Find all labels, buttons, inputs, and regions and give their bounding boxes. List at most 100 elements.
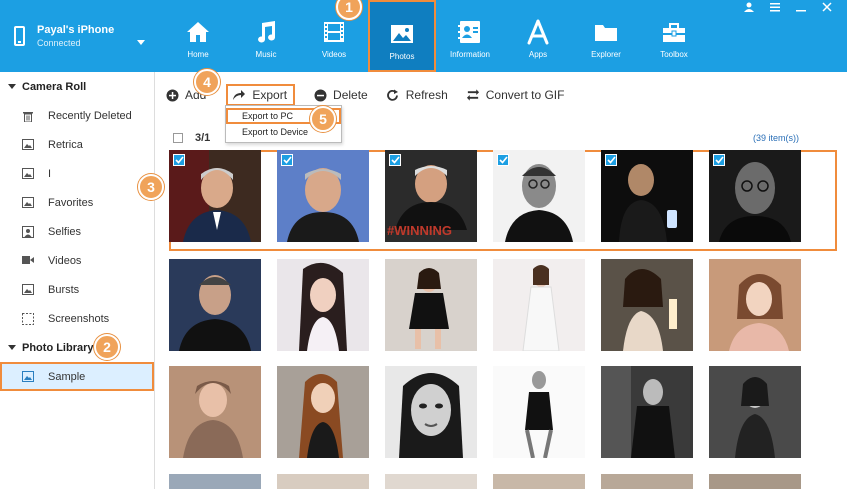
film-icon bbox=[320, 18, 348, 46]
tab-photos-label: Photos bbox=[389, 52, 415, 61]
folder-icon bbox=[592, 18, 620, 46]
contacts-icon bbox=[456, 18, 484, 46]
photo-thumbnail[interactable] bbox=[493, 474, 585, 489]
tab-toolbox[interactable]: Toolbox bbox=[640, 0, 708, 72]
photo-caption: #WINNING bbox=[387, 223, 452, 238]
chevron-down-icon bbox=[8, 84, 16, 89]
device-selector[interactable]: Payal's iPhone Connected bbox=[0, 0, 155, 72]
tab-home[interactable]: Home bbox=[164, 0, 232, 72]
photo-thumbnail[interactable] bbox=[277, 474, 369, 489]
sidebar-item-selfies[interactable]: Selfies bbox=[0, 217, 154, 246]
home-icon bbox=[184, 18, 212, 46]
album-icon bbox=[22, 139, 34, 150]
sidebar-item-videos[interactable]: Videos bbox=[0, 246, 154, 275]
photo-thumbnail[interactable] bbox=[385, 366, 477, 458]
photo-thumbnail[interactable] bbox=[169, 366, 261, 458]
photo-thumbnail[interactable] bbox=[277, 366, 369, 458]
tab-music-label: Music bbox=[255, 50, 277, 59]
tab-apps-label: Apps bbox=[528, 50, 548, 59]
photo-thumbnail[interactable] bbox=[493, 259, 585, 351]
device-status: Connected bbox=[37, 37, 81, 48]
photo-checkbox[interactable] bbox=[281, 154, 293, 166]
photo-thumbnail[interactable] bbox=[601, 150, 693, 242]
device-name: Payal's iPhone bbox=[37, 23, 115, 36]
sidebar-item-favorites[interactable]: Favorites bbox=[0, 188, 154, 217]
photo-thumbnail[interactable] bbox=[385, 259, 477, 351]
photo-thumbnail[interactable] bbox=[493, 366, 585, 458]
screenshot-icon bbox=[22, 313, 34, 325]
window-controls bbox=[743, 2, 833, 12]
sidebar-item-label: Screenshots bbox=[48, 312, 110, 325]
photo-thumbnail[interactable] bbox=[709, 150, 801, 242]
delete-label: Delete bbox=[333, 88, 368, 102]
photo-thumbnail[interactable] bbox=[601, 366, 693, 458]
photo-library-header[interactable]: Photo Library bbox=[0, 333, 154, 362]
sidebar-item-retrica[interactable]: Retrica bbox=[0, 130, 154, 159]
photo-thumbnail[interactable] bbox=[277, 150, 369, 242]
select-all-checkbox[interactable] bbox=[173, 133, 183, 143]
photo-checkbox[interactable] bbox=[605, 154, 617, 166]
sidebar-item-label: Retrica bbox=[48, 138, 83, 151]
photo-checkbox[interactable] bbox=[173, 154, 185, 166]
camera-roll-label: Camera Roll bbox=[22, 80, 87, 93]
photo-thumbnail[interactable] bbox=[277, 259, 369, 351]
callout-5: 5 bbox=[310, 106, 336, 132]
photo-thumbnail[interactable] bbox=[709, 474, 801, 489]
minimize-icon[interactable] bbox=[795, 2, 807, 12]
refresh-label: Refresh bbox=[405, 88, 448, 102]
phone-icon bbox=[14, 26, 25, 46]
toolbox-icon bbox=[660, 18, 688, 46]
album-icon bbox=[22, 371, 34, 382]
sidebar: Camera Roll Recently Deleted Retrica I F… bbox=[0, 72, 155, 489]
plus-circle-icon bbox=[165, 88, 179, 102]
music-icon bbox=[252, 18, 280, 46]
callout-3: 3 bbox=[138, 174, 164, 200]
sidebar-item-label: Videos bbox=[48, 254, 82, 267]
photo-thumbnail[interactable] bbox=[169, 150, 261, 242]
photo-thumbnail[interactable]: #WINNING bbox=[385, 150, 477, 242]
minus-circle-icon bbox=[313, 88, 327, 102]
photo-thumbnail[interactable] bbox=[709, 259, 801, 351]
tab-photos[interactable]: Photos bbox=[368, 0, 436, 72]
tab-music[interactable]: Music bbox=[232, 0, 300, 72]
tab-apps[interactable]: Apps bbox=[504, 0, 572, 72]
sidebar-item-bursts[interactable]: Bursts bbox=[0, 275, 154, 304]
sidebar-item-screenshots[interactable]: Screenshots bbox=[0, 304, 154, 333]
photo-checkbox[interactable] bbox=[389, 154, 401, 166]
close-icon[interactable] bbox=[821, 2, 833, 12]
tab-explorer-label: Explorer bbox=[591, 50, 621, 59]
photo-thumbnail[interactable] bbox=[169, 259, 261, 351]
sidebar-item-sample[interactable]: Sample bbox=[0, 362, 154, 391]
photo-checkbox[interactable] bbox=[497, 154, 509, 166]
photo-thumbnail[interactable] bbox=[601, 259, 693, 351]
chevron-down-icon bbox=[8, 345, 16, 350]
sidebar-item-recently-deleted[interactable]: Recently Deleted bbox=[0, 101, 154, 130]
camera-roll-header[interactable]: Camera Roll bbox=[0, 72, 154, 101]
tab-explorer[interactable]: Explorer bbox=[572, 0, 640, 72]
sidebar-item-label: I bbox=[48, 167, 52, 180]
photo-thumbnail[interactable] bbox=[169, 474, 261, 489]
photo-thumbnail[interactable] bbox=[709, 366, 801, 458]
sidebar-item-label: Sample bbox=[48, 370, 86, 383]
tab-information[interactable]: Information bbox=[436, 0, 504, 72]
photo-thumbnail[interactable] bbox=[493, 150, 585, 242]
tab-home-label: Home bbox=[187, 50, 209, 59]
photo-icon bbox=[388, 20, 416, 48]
refresh-button[interactable]: Refresh bbox=[386, 84, 448, 106]
convert-gif-button[interactable]: Convert to GIF bbox=[466, 84, 564, 106]
sidebar-item-i[interactable]: I bbox=[0, 159, 154, 188]
selfie-icon bbox=[22, 226, 34, 238]
delete-button[interactable]: Delete bbox=[313, 84, 368, 106]
trash-icon bbox=[22, 110, 34, 123]
app-window: Payal's iPhone Connected Home Music Vide… bbox=[0, 0, 847, 489]
menu-icon[interactable] bbox=[769, 2, 781, 12]
chevron-down-icon[interactable] bbox=[137, 40, 145, 45]
photo-thumbnail[interactable] bbox=[601, 474, 693, 489]
tab-information-label: Information bbox=[449, 50, 491, 59]
photo-thumbnail[interactable] bbox=[385, 474, 477, 489]
export-button[interactable]: Export bbox=[226, 84, 296, 106]
video-camera-icon bbox=[22, 255, 34, 266]
user-icon[interactable] bbox=[743, 2, 755, 12]
tab-videos-label: Videos bbox=[321, 50, 347, 59]
photo-checkbox[interactable] bbox=[713, 154, 725, 166]
